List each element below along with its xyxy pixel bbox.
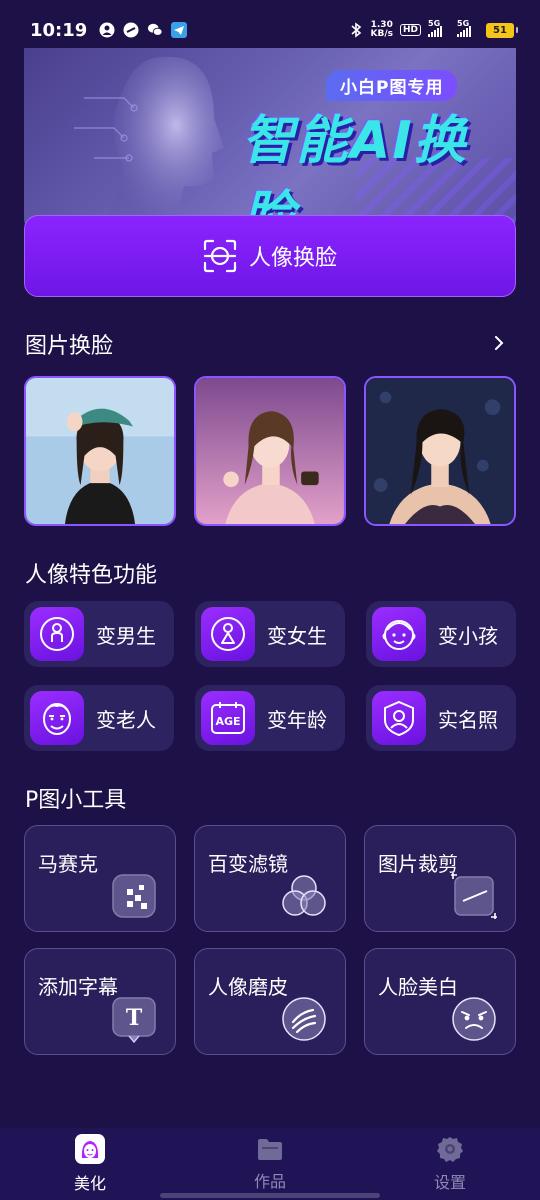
tool-label: 人脸美白 [378, 975, 458, 999]
battery-icon: 51 [486, 22, 518, 38]
nav-label: 设置 [433, 1173, 466, 1192]
feature-id-photo[interactable]: 实名照 [366, 685, 516, 751]
signal-2-label: 5G [457, 19, 470, 28]
child-face-icon [372, 607, 426, 661]
gear-icon [437, 1137, 463, 1162]
feature-label: 变年龄 [267, 707, 327, 732]
banner-tag: 小白P图专用 [326, 70, 458, 101]
tool-label: 百变滤镜 [208, 852, 288, 876]
status-time: 10:19 [30, 19, 88, 41]
age-icon-text: AGE [215, 715, 240, 728]
banner-title: 智能AI换脸 [242, 111, 468, 233]
crop-icon [451, 873, 497, 919]
feature-to-child[interactable]: 变小孩 [366, 601, 516, 667]
chevron-right-icon[interactable] [492, 336, 506, 350]
bottom-nav: 美化 作品 设置 [0, 1128, 540, 1200]
ai-head-illustration [74, 56, 224, 228]
net-speed-unit: KB/s [370, 29, 393, 39]
beautify-icon [75, 1134, 105, 1164]
photo-section-title: 图片换脸 [25, 334, 114, 359]
text-icon-glyph: T [126, 1005, 143, 1031]
feature-label: 变女生 [267, 623, 327, 648]
portrait-photo-3 [366, 378, 514, 524]
banner[interactable]: 小白P图专用 智能AI换脸 [24, 48, 516, 233]
feature-to-male[interactable]: 变男生 [24, 601, 174, 667]
bluetooth-icon [348, 22, 364, 38]
male-icon [30, 607, 84, 661]
feature-label: 变男生 [96, 623, 156, 648]
nav-label: 美化 [73, 1174, 106, 1193]
age-icon: AGE [201, 691, 255, 745]
telegram-icon [171, 22, 188, 38]
network-speed: 1.30 KB/s [371, 21, 393, 39]
mosaic-icon [112, 874, 156, 918]
tool-crop[interactable]: 图片裁剪 [364, 825, 516, 932]
tool-add-subtitle[interactable]: 添加字幕 T [24, 948, 176, 1055]
text-icon: T [112, 997, 156, 1044]
feature-to-female[interactable]: 变女生 [195, 601, 345, 667]
feature-label: 变小孩 [438, 623, 498, 648]
wechat-icon [147, 22, 163, 38]
tool-face-whitening[interactable]: 人脸美白 [364, 948, 516, 1055]
tool-label: 人像磨皮 [208, 975, 288, 999]
nav-settings[interactable]: 设置 [390, 1135, 510, 1193]
folder-icon [258, 1139, 282, 1160]
home-indicator[interactable] [160, 1193, 380, 1198]
user-status-icon [99, 22, 115, 38]
link-status-icon [123, 22, 139, 38]
nav-works[interactable]: 作品 [210, 1136, 330, 1192]
status-left: 10:19 [30, 19, 188, 41]
female-icon [201, 607, 255, 661]
feature-label: 实名照 [438, 707, 498, 732]
whitening-icon [452, 997, 496, 1041]
tool-label: 马赛克 [38, 852, 98, 876]
hd-badge: HD [399, 24, 421, 36]
tool-filter[interactable]: 百变滤镜 [194, 825, 346, 932]
tool-smooth-skin[interactable]: 人像磨皮 [194, 948, 346, 1055]
filter-icon [282, 875, 326, 916]
face-swap-label: 人像换脸 [248, 246, 337, 271]
portrait-photo-1 [26, 378, 174, 524]
nav-label: 作品 [253, 1172, 286, 1191]
status-right: 1.30 KB/s HD 5G 5G 51 [348, 19, 518, 39]
feature-change-age[interactable]: AGE 变年龄 [195, 685, 345, 751]
tools-section-title: P图小工具 [25, 788, 127, 813]
photo-card-2[interactable] [194, 376, 346, 526]
photo-card-1[interactable] [24, 376, 176, 526]
face-scan-icon [203, 239, 237, 273]
signal-1-label: 5G [428, 19, 441, 28]
feature-to-elder[interactable]: 变老人 [24, 685, 174, 751]
smooth-skin-icon [282, 997, 326, 1041]
face-swap-button[interactable]: 人像换脸 [24, 215, 516, 297]
tool-mosaic[interactable]: 马赛克 [24, 825, 176, 932]
signal-5g-1-icon: 5G [428, 19, 450, 37]
elder-face-icon [30, 691, 84, 745]
portrait-photo-2 [196, 378, 344, 524]
nav-beautify[interactable]: 美化 [30, 1134, 150, 1194]
photo-card-3[interactable] [364, 376, 516, 526]
tool-label: 添加字幕 [38, 975, 118, 999]
feature-label: 变老人 [96, 707, 156, 732]
signal-5g-2-icon: 5G [457, 19, 479, 37]
id-photo-icon [372, 691, 426, 745]
features-section-title: 人像特色功能 [25, 563, 158, 588]
tool-label: 图片裁剪 [378, 852, 458, 876]
